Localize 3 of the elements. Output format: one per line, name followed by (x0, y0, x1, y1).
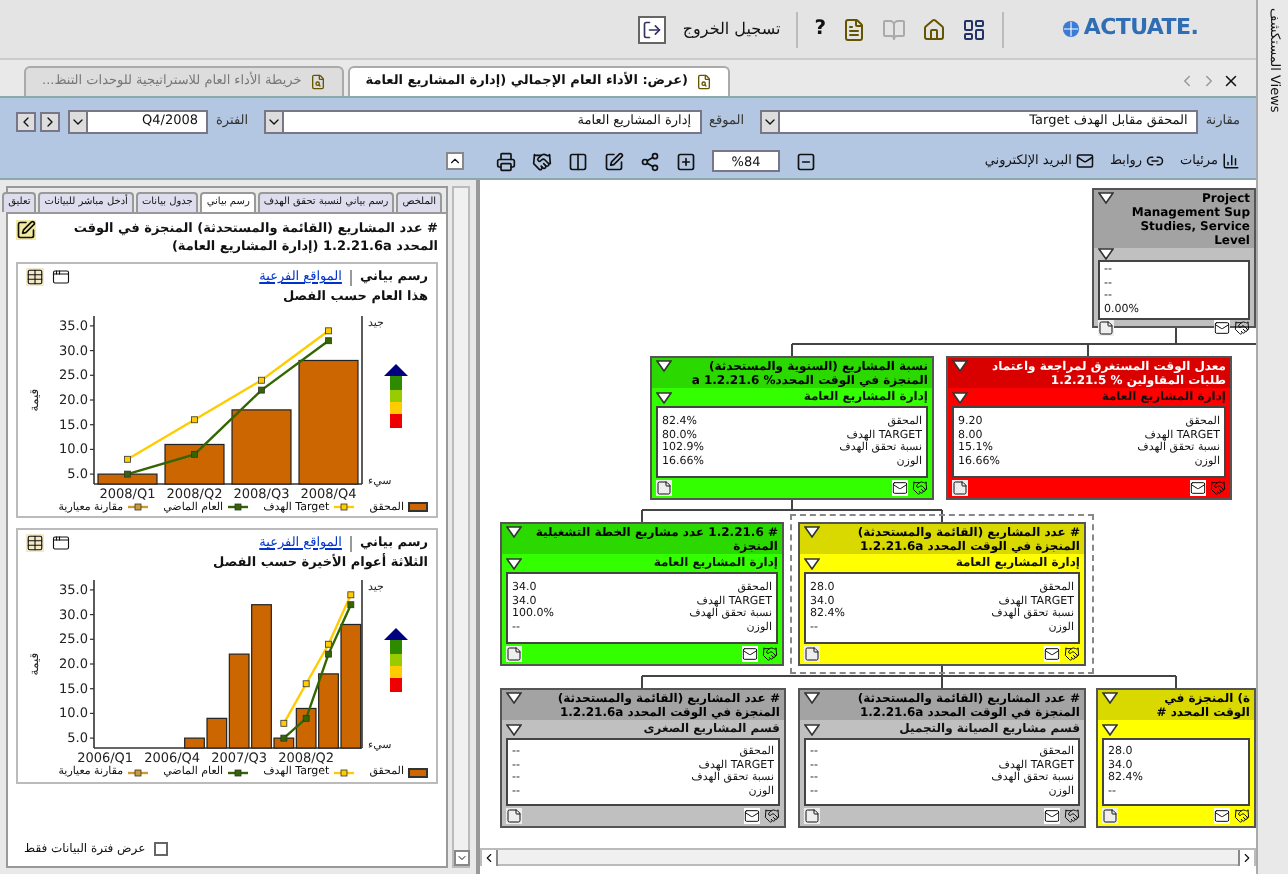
logout-button[interactable]: تسجيل الخروج (682, 17, 781, 41)
help-button[interactable]: ? (814, 14, 826, 44)
logo-text: ACTUATE. (1083, 12, 1199, 45)
